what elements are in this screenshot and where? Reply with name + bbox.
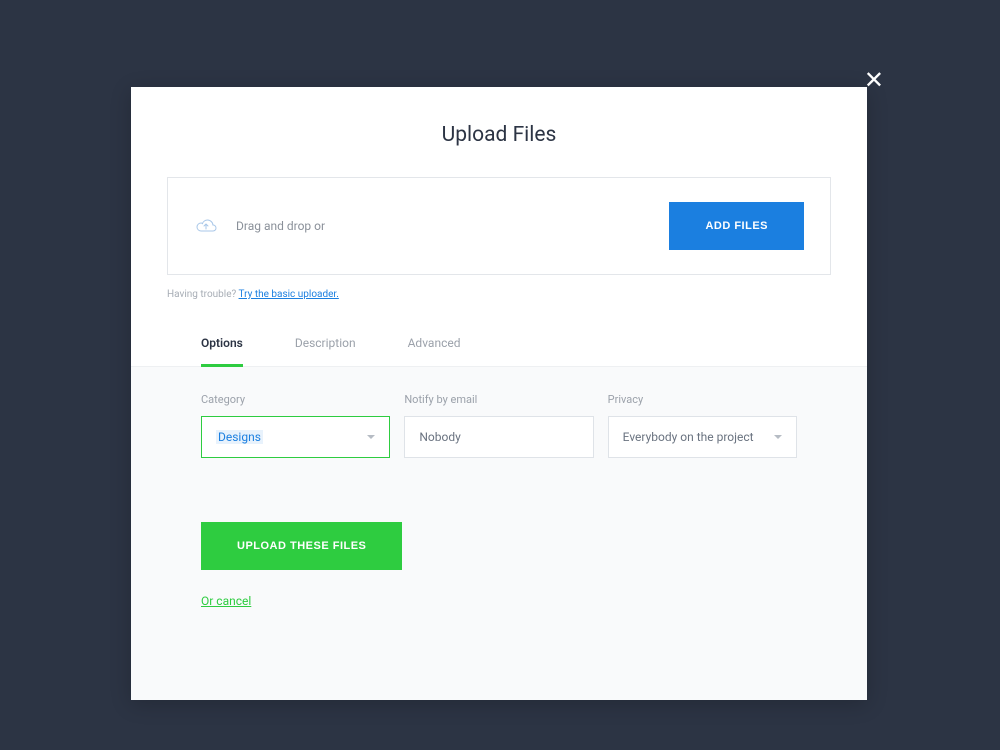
notify-label: Notify by email [404,393,593,406]
options-panel: Category Designs Notify by email Nobody … [131,367,867,700]
field-category: Category Designs [201,393,390,458]
dropzone-text: Drag and drop or [236,219,325,233]
cloud-upload-icon [194,217,218,235]
privacy-label: Privacy [608,393,797,406]
field-notify: Notify by email Nobody [404,393,593,458]
notify-select[interactable]: Nobody [404,416,593,458]
category-select[interactable]: Designs [201,416,390,458]
basic-uploader-link[interactable]: Try the basic uploader. [239,289,339,300]
upload-modal: Upload Files Drag and drop or ADD FILES … [131,87,867,700]
dropzone-left: Drag and drop or [194,217,325,235]
notify-value: Nobody [419,430,460,444]
tabs: Options Description Advanced [131,336,867,367]
add-files-button[interactable]: ADD FILES [669,202,804,250]
help-text: Having trouble? Try the basic uploader. [167,289,831,300]
dropzone[interactable]: Drag and drop or ADD FILES [167,177,831,275]
upload-button[interactable]: UPLOAD THESE FILES [201,522,402,570]
category-label: Category [201,393,390,406]
fields-row: Category Designs Notify by email Nobody … [201,393,797,458]
privacy-value: Everybody on the project [623,430,754,444]
tab-options[interactable]: Options [201,336,243,367]
help-prefix: Having trouble? [167,289,239,300]
category-value: Designs [216,430,263,444]
privacy-select[interactable]: Everybody on the project [608,416,797,458]
tab-description[interactable]: Description [295,336,356,366]
modal-title: Upload Files [131,87,867,177]
chevron-down-icon [774,435,782,439]
field-privacy: Privacy Everybody on the project [608,393,797,458]
chevron-down-icon [367,435,375,439]
tab-advanced[interactable]: Advanced [408,336,461,366]
cancel-link[interactable]: Or cancel [201,594,251,608]
